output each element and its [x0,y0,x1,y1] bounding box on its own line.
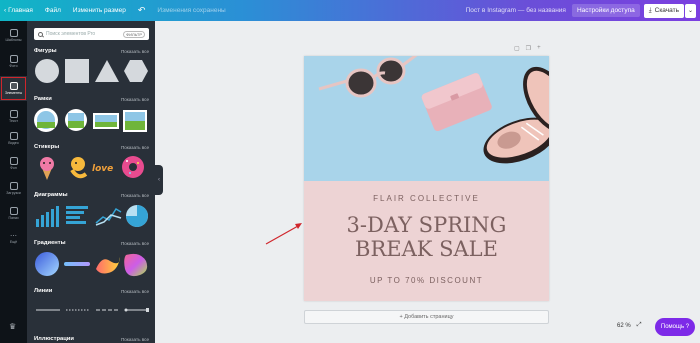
crown-icon[interactable]: ♛ [9,322,16,331]
resize-button[interactable]: Изменить размер [67,7,132,14]
frames-thumbnails[interactable] [34,107,149,133]
templates-icon [9,29,18,37]
gradients-thumbnails[interactable] [34,251,149,277]
folder-icon [9,207,18,215]
collapse-panel-handle[interactable]: ‹ [155,165,163,195]
zoom-control[interactable]: 62 % ⤢ [617,322,642,329]
text-icon [9,110,18,118]
search-input[interactable]: Поиск элементов Pro ФИЛЬТР [34,28,149,40]
download-icon: ⤓ [648,6,652,14]
help-button[interactable]: Помощь ? [655,318,695,336]
show-all-link[interactable]: Показать все [121,49,149,54]
rail-item-label: Папки [8,216,19,220]
search-placeholder: Поиск элементов Pro [46,31,96,37]
add-page-button[interactable]: + Добавить страницу [304,310,549,324]
rail-item-photos[interactable]: Фото [0,49,27,74]
home-label: Главная [8,7,33,14]
section-title-lines: Линии [34,288,53,294]
share-settings-button[interactable]: Настройки доступа [571,4,640,17]
flatlay-illustration [318,56,549,164]
rail-item-label: Элементы [4,91,23,95]
rail-item-label: Шаблоны [5,38,22,42]
show-all-link[interactable]: Показать все [121,145,149,150]
shapes-thumbnails[interactable] [34,58,149,84]
brand-text[interactable]: FLAIR COLLECTIVE [304,194,549,203]
video-icon [9,132,18,140]
charts-thumbnails[interactable] [34,203,149,229]
stickers-thumbnails[interactable]: love [34,154,149,180]
home-button[interactable]: ‹ Главная [0,7,39,14]
section-title-frames: Рамки [34,96,52,102]
undo-icon[interactable]: ↶ [132,5,152,16]
rail-item-label: Текст [8,119,19,123]
show-all-link[interactable]: Показать все [121,289,149,294]
rail-item-elements[interactable]: Элементы [0,76,27,101]
rail-item-label: Фон [10,166,17,170]
show-all-link[interactable]: Показать все [121,241,149,246]
show-all-link[interactable]: Показать все [121,337,149,342]
headline-line-2: BREAK SALE [355,237,498,261]
saved-status: Изменения сохранены [157,7,226,14]
copy-page-icon[interactable]: ❐ [526,45,531,52]
note-icon[interactable]: ▢ [514,45,520,52]
rail-item-background[interactable]: Фон [0,151,27,176]
svg-text:love: love [92,164,113,174]
document-title[interactable]: Пост в Instagram — без названия [460,7,572,14]
search-icon [38,31,43,37]
headline-text[interactable]: 3-DAY SPRING BREAK SALE [304,213,549,261]
discount-text[interactable]: UP TO 70% DISCOUNT [304,276,549,285]
section-title-illustrations: Иллюстрации [34,336,74,342]
add-page-icon[interactable]: + [537,45,541,52]
rail-item-label: Ещё [9,239,18,244]
section-title-charts: Диаграммы [34,192,68,198]
rail-item-label: Загрузки [6,191,21,195]
rail-item-video[interactable]: Видео [0,126,27,151]
photo-icon [9,55,18,63]
download-label: Скачать [654,7,679,14]
lines-thumbnails[interactable] [34,305,149,315]
background-icon [9,157,18,165]
rail-item-templates[interactable]: Шаблоны [0,23,27,48]
show-all-link[interactable]: Показать все [121,193,149,198]
show-all-link[interactable]: Показать все [121,97,149,102]
chevron-left-icon: ‹ [4,7,7,14]
top-bar: ‹ Главная Файл Изменить размер ↶ Изменен… [0,0,700,21]
rail-item-label: Фото [9,64,18,68]
section-title-shapes: Фигуры [34,48,57,54]
page-toolbar: ▢ ❐ + [514,45,541,52]
chevron-down-icon[interactable]: ⌄ [685,3,696,18]
design-text-block[interactable]: FLAIR COLLECTIVE 3-DAY SPRING BREAK SALE… [304,181,549,301]
zoom-level[interactable]: 62 % [617,323,631,329]
download-button[interactable]: ⤓ Скачать [643,3,684,18]
rail-item-folders[interactable]: Папки [0,201,27,226]
upload-icon [9,182,18,190]
flatlay-photo[interactable] [304,56,549,181]
left-rail: Шаблоны Фото Элементы Текст Видео Фон За… [0,21,27,343]
section-title-gradients: Градиенты [34,240,66,246]
file-menu[interactable]: Файл [39,7,67,14]
elements-panel: Поиск элементов Pro ФИЛЬТР Фигуры Показа… [27,21,155,343]
rail-item-uploads[interactable]: Загрузки [0,176,27,201]
headline-line-1: 3-DAY SPRING [346,213,507,237]
section-title-stickers: Стикеры [34,144,60,150]
rail-item-label: Видео [8,141,19,145]
filter-badge[interactable]: ФИЛЬТР [123,30,145,38]
elements-icon [9,82,18,90]
design-page[interactable]: FLAIR COLLECTIVE 3-DAY SPRING BREAK SALE… [304,56,549,301]
fullscreen-icon[interactable]: ⤢ [637,322,642,329]
rail-item-more[interactable]: ⋯ Ещё [0,226,27,251]
